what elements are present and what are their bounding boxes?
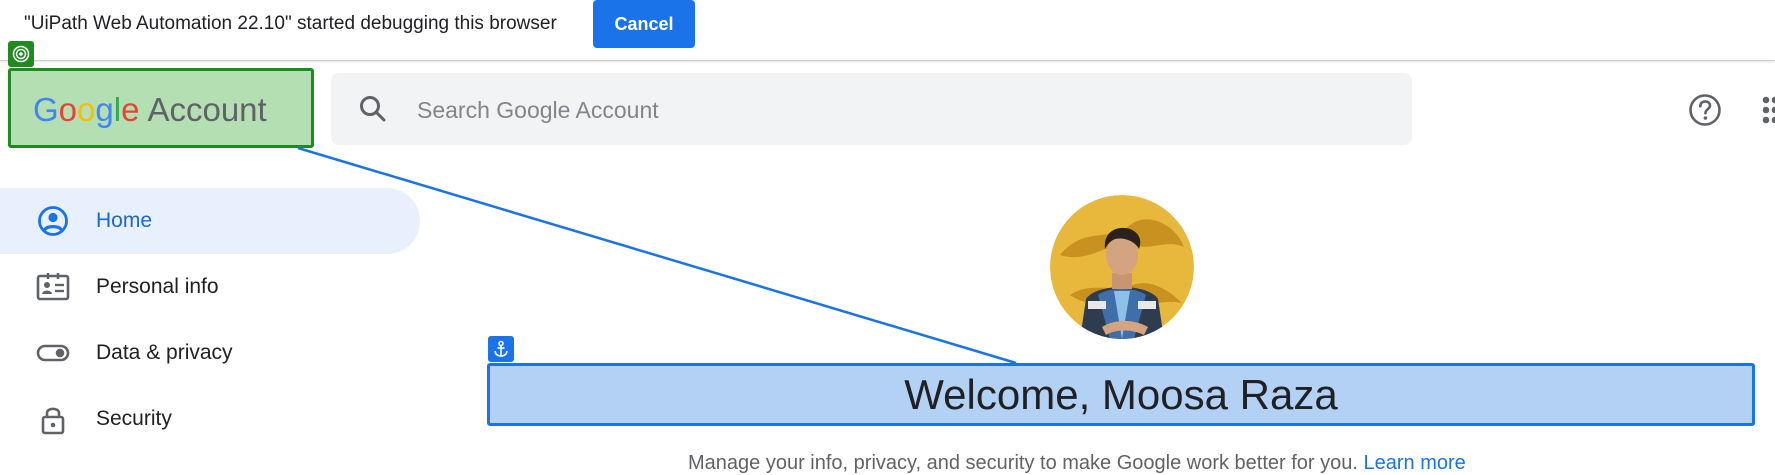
cancel-button[interactable]: Cancel	[593, 0, 695, 48]
search-input[interactable]	[415, 91, 1379, 129]
anchor-icon	[488, 336, 514, 362]
logo-suffix: Account	[147, 91, 267, 128]
logo-letter: g	[95, 91, 114, 128]
sidebar-item-label: Security	[96, 407, 172, 430]
logo-letter: o	[58, 91, 78, 128]
logo-letter: o	[77, 91, 96, 128]
apps-grid-icon[interactable]	[1760, 95, 1775, 125]
anchor-element-highlight: Welcome, Moosa Raza	[487, 363, 1755, 426]
logo-letter: l	[113, 91, 122, 128]
sidebar-item-label: Personal info	[96, 275, 219, 298]
sidebar-nav: Home Personal info Data & privacy Securi…	[0, 188, 420, 452]
welcome-heading: Welcome, Moosa Raza	[904, 370, 1338, 418]
toggle-icon	[36, 344, 70, 362]
logo-letter: e	[121, 91, 140, 128]
debug-message: "UiPath Web Automation 22.10" started de…	[24, 13, 557, 34]
search-bar	[331, 73, 1412, 145]
google-account-logo[interactable]: Google Account	[33, 91, 267, 129]
sidebar-item-security[interactable]: Security	[0, 386, 420, 452]
lock-icon	[41, 407, 65, 435]
search-icon[interactable]	[357, 93, 389, 125]
subtitle-text: Manage your info, privacy, and security …	[688, 452, 1364, 474]
debug-infobar: "UiPath Web Automation 22.10" started de…	[0, 0, 1775, 61]
welcome-subtitle: Manage your info, privacy, and security …	[688, 452, 1466, 475]
target-icon	[8, 41, 34, 67]
sidebar-item-data-privacy[interactable]: Data & privacy	[0, 320, 420, 386]
learn-more-link[interactable]: Learn more	[1364, 452, 1466, 474]
sidebar-item-label: Home	[96, 209, 153, 232]
logo-letter: G	[33, 91, 59, 128]
help-icon[interactable]	[1688, 93, 1722, 127]
sidebar-item-label: Data & privacy	[96, 341, 233, 364]
target-element-highlight: Google Account	[8, 68, 314, 148]
account-circle-icon	[38, 206, 68, 236]
id-card-icon	[36, 273, 70, 301]
sidebar-item-personal-info[interactable]: Personal info	[0, 254, 420, 320]
profile-avatar[interactable]	[1050, 195, 1194, 339]
sidebar-item-home[interactable]: Home	[0, 188, 420, 254]
